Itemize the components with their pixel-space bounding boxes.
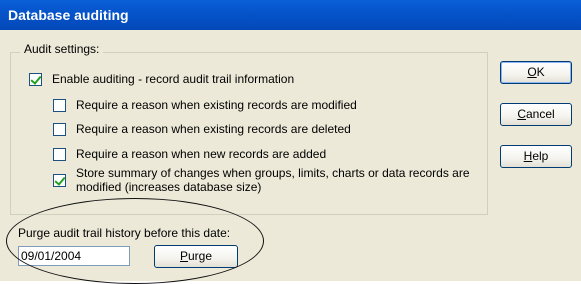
ok-button-mnemonic: O [527,65,537,79]
store-summary-row[interactable]: Store summary of changes when groups, li… [53,166,470,194]
purge-date-input[interactable] [18,246,130,266]
enable-auditing-row[interactable]: Enable auditing - record audit trail inf… [29,72,294,86]
ok-button[interactable]: OK [500,61,572,84]
purge-button-label: urge [187,249,213,263]
store-summary-label: Store summary of changes when groups, li… [76,166,470,194]
require-reason-added-checkbox[interactable] [53,148,66,161]
require-reason-deleted-label: Require a reason when existing records a… [76,122,351,136]
require-reason-modified-row[interactable]: Require a reason when existing records a… [53,98,357,112]
dialog-title-bar: Database auditing [0,0,581,30]
purge-button[interactable]: Purge [154,245,238,268]
help-button[interactable]: Help [500,145,572,168]
cancel-button-mnemonic: C [517,107,526,121]
database-auditing-dialog: Database auditing Audit settings: Enable… [0,0,581,284]
require-reason-deleted-row[interactable]: Require a reason when existing records a… [53,122,351,136]
dialog-title: Database auditing [8,7,129,23]
store-summary-checkbox[interactable] [53,174,66,187]
cancel-button-label: ancel [525,107,555,121]
audit-settings-legend: Audit settings: [20,42,104,56]
require-reason-modified-label: Require a reason when existing records a… [76,98,357,112]
require-reason-added-label: Require a reason when new records are ad… [76,147,327,161]
enable-auditing-checkbox[interactable] [29,73,42,86]
store-summary-label-line1: Store summary of changes when groups, li… [76,166,470,180]
require-reason-deleted-checkbox[interactable] [53,123,66,136]
store-summary-label-line2: modified (increases database size) [76,180,262,194]
cancel-button[interactable]: Cancel [500,103,572,126]
require-reason-added-row[interactable]: Require a reason when new records are ad… [53,147,326,161]
help-button-label: elp [532,149,549,163]
purge-history-label: Purge audit trail history before this da… [18,226,231,240]
purge-button-mnemonic: P [179,249,188,263]
ok-button-label: K [536,65,545,79]
enable-auditing-label: Enable auditing - record audit trail inf… [52,72,295,86]
require-reason-modified-checkbox[interactable] [53,99,66,112]
